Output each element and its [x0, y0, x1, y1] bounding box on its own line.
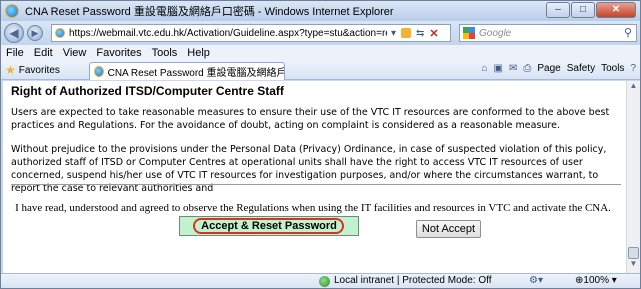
feeds-icon[interactable]: ▣ [494, 63, 503, 74]
forward-button[interactable]: ▶ [27, 25, 43, 41]
maximize-button[interactable]: □ [571, 2, 595, 18]
not-accept-button[interactable]: Not Accept [416, 220, 481, 238]
accept-reset-button[interactable]: Accept & Reset Password [179, 216, 359, 236]
page-icon [55, 28, 65, 38]
url-text: https://webmail.vtc.edu.hk/Activation/Gu… [69, 27, 387, 39]
help-icon[interactable]: ? [630, 63, 636, 74]
title-bar: CNA Reset Password 重設電腦及網絡戶口密碼 - Windows… [1, 1, 640, 21]
menu-edit[interactable]: Edit [34, 47, 53, 59]
security-icon[interactable]: ⚙▾ [529, 275, 543, 286]
lock-icon[interactable] [401, 28, 412, 38]
favorites-button[interactable]: Favorites [19, 65, 60, 76]
google-icon [463, 27, 475, 39]
refresh-icon[interactable]: ⇆ [416, 28, 424, 39]
scroll-thumb[interactable] [628, 247, 639, 259]
status-bar: Local intranet | Protected Mode: Off ⚙▾ … [1, 273, 640, 288]
menu-tools[interactable]: Tools [152, 47, 178, 59]
search-icon[interactable]: ⚲ [624, 26, 632, 39]
menu-bar: File Edit View Favorites Tools Help [1, 45, 640, 61]
window-controls: – □ ✕ [545, 2, 636, 18]
page-content: Right of Authorized ITSD/Computer Centre… [3, 81, 626, 273]
favorites-bar: ★ Favorites CNA Reset Password 重設電腦及網絡戶口… [1, 61, 640, 80]
agreement-text: I have read, understood and agreed to ob… [15, 202, 611, 214]
zoom-level[interactable]: ⊕100% ▾ [575, 275, 617, 286]
search-placeholder: Google [479, 27, 512, 39]
intranet-icon [319, 276, 330, 287]
tab-title: CNA Reset Password 重設電腦及網絡戶口密碼 [107, 68, 284, 79]
highlight-ring [193, 218, 344, 234]
divider [11, 184, 621, 185]
close-window-button[interactable]: ✕ [596, 2, 636, 18]
browser-window: CNA Reset Password 重設電腦及網絡戶口密碼 - Windows… [0, 0, 641, 289]
minimize-button[interactable]: – [546, 2, 570, 18]
tab-ie-icon [94, 66, 104, 77]
back-button[interactable]: ◀ [4, 23, 24, 43]
zone-status: Local intranet | Protected Mode: Off [334, 275, 492, 286]
home-icon[interactable]: ⌂ [481, 63, 487, 74]
scroll-up-icon[interactable]: ▲ [627, 81, 640, 95]
mail-icon[interactable]: ✉ [509, 63, 517, 74]
search-box[interactable]: Google ⚲ [459, 24, 637, 42]
menu-favorites[interactable]: Favorites [96, 47, 141, 59]
paragraph-measures: Users are expected to take reasonable me… [11, 107, 610, 131]
print-icon[interactable]: ⎙ [523, 63, 531, 74]
scroll-down-icon[interactable]: ▼ [627, 259, 640, 273]
vertical-scrollbar[interactable]: ▲ ▼ [626, 81, 640, 273]
tools-menu[interactable]: Tools [601, 63, 624, 74]
menu-file[interactable]: File [6, 47, 24, 59]
safety-menu[interactable]: Safety [567, 63, 595, 74]
zoom-value: 100% [583, 275, 609, 286]
menu-help[interactable]: Help [187, 47, 210, 59]
page-heading: Right of Authorized ITSD/Computer Centre… [11, 84, 284, 98]
address-bar: ◀ ▶ https://webmail.vtc.edu.hk/Activatio… [1, 21, 640, 45]
dropdown-icon[interactable]: ▾ [391, 28, 396, 39]
window-title: CNA Reset Password 重設電腦及網絡戶口密碼 - Windows… [25, 6, 394, 18]
url-field[interactable]: https://webmail.vtc.edu.hk/Activation/Gu… [51, 24, 451, 42]
stop-icon[interactable]: ✕ [429, 27, 438, 40]
menu-view[interactable]: View [63, 47, 87, 59]
tab-active[interactable]: CNA Reset Password 重設電腦及網絡戶口密碼 [89, 62, 285, 80]
command-bar: ⌂ ▣ ✉ ⎙ Page Safety Tools ? [475, 63, 636, 74]
paragraph-prejudice: Without prejudice to the provisions unde… [11, 144, 607, 194]
ie-logo-icon [5, 4, 19, 18]
page-menu[interactable]: Page [537, 63, 560, 74]
favorites-star-icon[interactable]: ★ [5, 63, 16, 77]
